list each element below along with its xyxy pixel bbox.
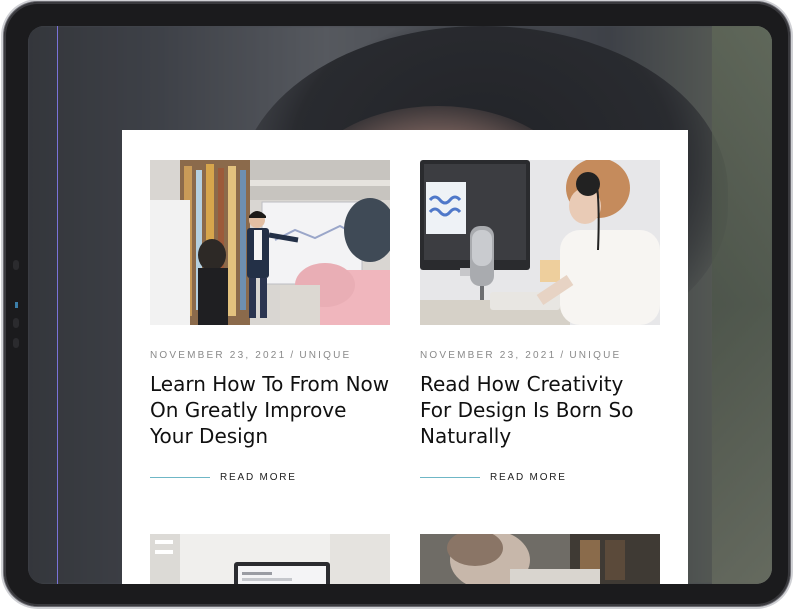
- read-more-link[interactable]: READ MORE: [420, 472, 567, 483]
- post-date: NOVEMBER 23, 2021: [420, 350, 557, 361]
- editor-guide-line: [57, 26, 58, 584]
- read-more-divider: [420, 477, 480, 478]
- side-button: [13, 338, 19, 348]
- meta-separator: /: [560, 350, 566, 361]
- post-category-link[interactable]: UNIQUE: [569, 350, 621, 361]
- post-date: NOVEMBER 23, 2021: [150, 350, 287, 361]
- post-title[interactable]: Learn How To From Now On Greatly Improve…: [150, 371, 390, 449]
- post-title[interactable]: Read How Creativity For Design Is Born S…: [420, 371, 660, 449]
- read-more-link[interactable]: READ MORE: [150, 472, 297, 483]
- post-meta: NOVEMBER 23, 2021/UNIQUE: [420, 350, 621, 361]
- post-meta: NOVEMBER 23, 2021/UNIQUE: [150, 350, 351, 361]
- post-category-link[interactable]: UNIQUE: [299, 350, 351, 361]
- post-thumbnail[interactable]: [150, 534, 390, 584]
- blog-grid-card: NOVEMBER 23, 2021/UNIQUE Learn How To Fr…: [122, 130, 688, 584]
- presentation-photo: [150, 160, 390, 325]
- audio-editing-photo: [420, 160, 660, 325]
- post-thumbnail[interactable]: [420, 534, 660, 584]
- post-thumbnail[interactable]: [150, 160, 390, 325]
- read-more-label[interactable]: READ MORE: [220, 472, 297, 483]
- post-thumbnail[interactable]: [420, 160, 660, 325]
- meta-separator: /: [290, 350, 296, 361]
- reading-person-photo: [420, 534, 660, 584]
- read-more-label[interactable]: READ MORE: [490, 472, 567, 483]
- side-button: [13, 260, 19, 270]
- tablet-screen: NOVEMBER 23, 2021/UNIQUE Learn How To Fr…: [28, 26, 772, 584]
- tablet-frame: NOVEMBER 23, 2021/UNIQUE Learn How To Fr…: [4, 2, 790, 606]
- laptop-desk-photo: [150, 534, 390, 584]
- side-indicator: [15, 302, 18, 308]
- side-button: [13, 318, 19, 328]
- read-more-divider: [150, 477, 210, 478]
